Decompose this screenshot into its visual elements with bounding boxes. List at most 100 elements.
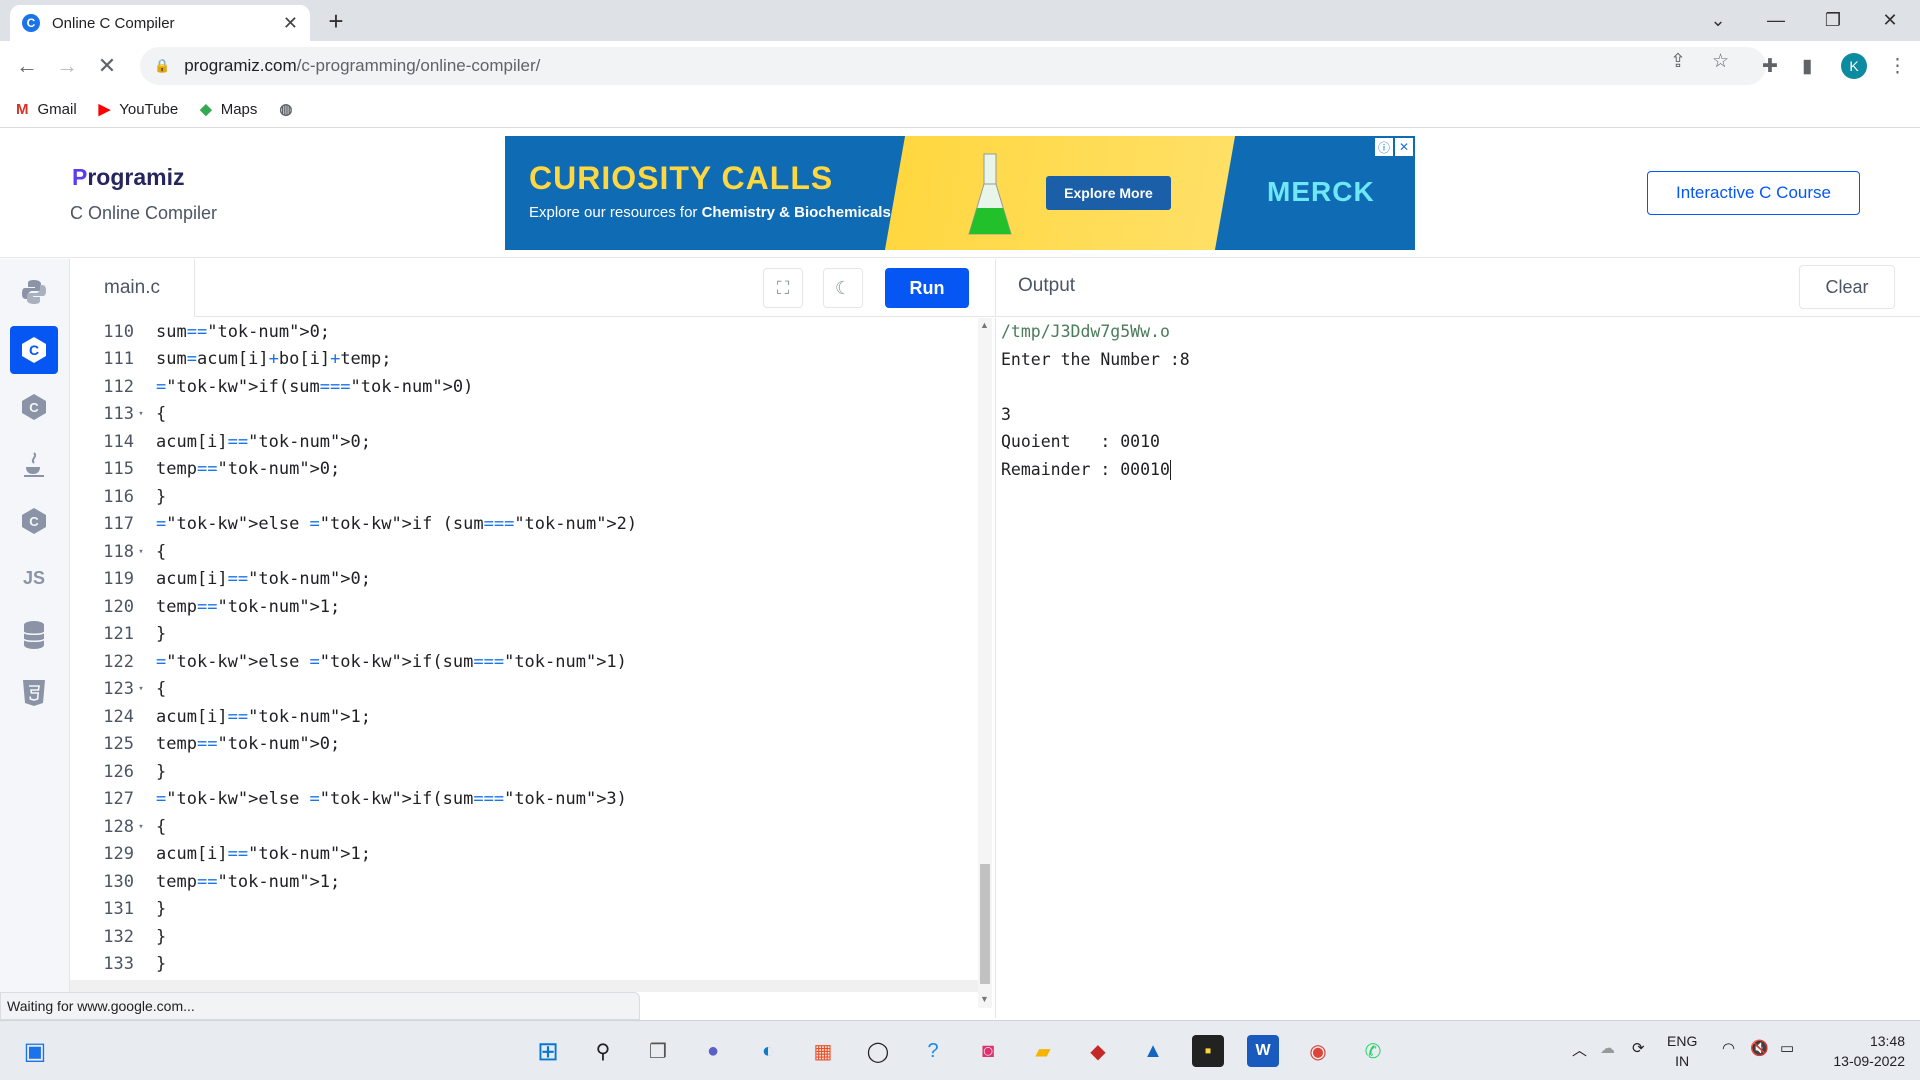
task-view-icon[interactable]: ▣ <box>19 1035 51 1067</box>
battery-icon[interactable]: ▭ <box>1780 1039 1794 1057</box>
minimize-button[interactable]: — <box>1748 0 1804 40</box>
c-language-icon[interactable]: C <box>10 326 58 374</box>
code-line[interactable]: 119 acum[i]=="tok-num">0; <box>70 566 980 594</box>
cpp-icon[interactable]: C <box>10 383 58 431</box>
bookmark-maps[interactable]: ◆ Maps <box>200 100 257 119</box>
run-button[interactable]: Run <box>885 268 969 308</box>
fold-arrow-icon[interactable]: ▾ <box>134 822 148 832</box>
forward-button[interactable]: → <box>50 49 84 83</box>
bookmark-youtube[interactable]: ▶ YouTube <box>99 100 179 119</box>
interactive-c-course-button[interactable]: Interactive C Course <box>1647 171 1860 215</box>
code-line[interactable]: 133} <box>70 951 980 979</box>
windows-start-icon[interactable]: ⊞ <box>532 1035 564 1067</box>
word-icon[interactable]: W <box>1247 1035 1279 1067</box>
ad-explore-more-button[interactable]: Explore More <box>1046 176 1171 210</box>
bookmark-gmail[interactable]: M Gmail <box>16 101 77 118</box>
ad-choices[interactable]: ⓘ ✕ <box>1375 138 1413 156</box>
language-indicator[interactable]: ENG IN <box>1667 1031 1697 1071</box>
edge-icon[interactable]: ◐ <box>752 1035 784 1067</box>
scroll-up-arrow-icon[interactable]: ▲ <box>980 320 989 330</box>
sync-icon[interactable]: ⟳ <box>1632 1039 1645 1057</box>
side-panel-icon[interactable]: ▮ <box>1802 55 1812 78</box>
task-switcher-icon[interactable]: ❐ <box>642 1035 674 1067</box>
code-line[interactable]: 116} <box>70 483 980 511</box>
fold-arrow-icon[interactable]: ▾ <box>134 547 148 557</box>
code-line[interactable]: 127 ="tok-kw">else ="tok-kw">if(sum==="to… <box>70 786 980 814</box>
ad-close-icon[interactable]: ✕ <box>1395 138 1413 156</box>
restore-button[interactable]: ❐ <box>1805 0 1861 40</box>
ad-info-icon[interactable]: ⓘ <box>1375 138 1393 156</box>
help-icon[interactable]: ? <box>917 1035 949 1067</box>
code-line[interactable]: 112 ="tok-kw">if(sum==="tok-num">0) <box>70 373 980 401</box>
onedrive-cloud-icon[interactable]: ☁ <box>1600 1039 1615 1057</box>
photos-icon[interactable]: ▲ <box>1137 1035 1169 1067</box>
tab-search-chevron-icon[interactable]: ⌄ <box>1690 0 1746 40</box>
volume-muted-icon[interactable]: 🔇 <box>1750 1039 1769 1057</box>
instagram-icon[interactable]: ◙ <box>972 1035 1004 1067</box>
code-line[interactable]: 111 sum=acum[i]+bo[i]+temp; <box>70 346 980 374</box>
dark-mode-moon-icon[interactable]: ☾ <box>823 268 863 308</box>
microsoft-store-icon[interactable]: ▦ <box>807 1035 839 1067</box>
html5-icon[interactable] <box>10 669 58 717</box>
code-line[interactable]: 124 acum[i]=="tok-num">1; <box>70 703 980 731</box>
fold-arrow-icon[interactable]: ▾ <box>134 409 148 419</box>
java-icon[interactable] <box>10 440 58 488</box>
back-button[interactable]: ← <box>10 49 44 83</box>
code-line[interactable]: 118 ▾ { <box>70 538 980 566</box>
scrollbar-thumb[interactable] <box>980 864 990 984</box>
file-tab-main-c[interactable]: main.c <box>70 259 195 317</box>
bookmark-star-icon[interactable]: ☆ <box>1712 50 1729 73</box>
output-console[interactable]: /tmp/J3Ddw7g5Ww.o Enter the Number :8 3 Quo… <box>995 318 1920 1018</box>
sql-database-icon[interactable] <box>10 611 58 659</box>
share-icon[interactable]: ⇪ <box>1670 50 1686 73</box>
code-line[interactable]: 125 temp=="tok-num">0; <box>70 731 980 759</box>
editor-horizontal-scrollbar[interactable] <box>70 980 978 992</box>
mcafee-icon[interactable]: ◆ <box>1082 1035 1114 1067</box>
fullscreen-icon[interactable]: ⛶ <box>763 268 803 308</box>
show-hidden-icons-chevron[interactable]: ︿ <box>1572 1039 1587 1060</box>
search-icon[interactable]: ⚲ <box>587 1035 619 1067</box>
code-line[interactable]: 121} <box>70 621 980 649</box>
wifi-icon[interactable]: ◠ <box>1722 1039 1735 1057</box>
javascript-icon[interactable]: JS <box>10 554 58 602</box>
address-bar[interactable]: 🔒 programiz.com/c-programming/online-com… <box>140 47 1766 85</box>
close-window-button[interactable]: ✕ <box>1862 0 1918 40</box>
bookmark-globe[interactable]: ◍ <box>279 100 301 118</box>
code-editor[interactable]: 110 sum=="tok-num">0; 111 sum=acum[i]+bo[i]… <box>70 318 980 992</box>
code-line[interactable]: 122 ="tok-kw">else ="tok-kw">if(sum==="to… <box>70 648 980 676</box>
fold-arrow-icon[interactable]: ▾ <box>134 684 148 694</box>
code-line[interactable]: 128 ▾ { <box>70 813 980 841</box>
csharp-icon[interactable]: C <box>10 497 58 545</box>
chrome-menu-icon[interactable]: ⋮ <box>1888 55 1907 78</box>
code-line[interactable]: 117 ="tok-kw">else ="tok-kw">if (sum==="t… <box>70 511 980 539</box>
code-line[interactable]: 129 acum[i]=="tok-num">1; <box>70 841 980 869</box>
code-line[interactable]: 114 acum[i]=="tok-num">0; <box>70 428 980 456</box>
python-icon[interactable] <box>10 268 58 316</box>
code-line[interactable]: 131} <box>70 896 980 924</box>
new-tab-button[interactable]: + <box>318 6 354 36</box>
programiz-logo[interactable]: Programiz <box>72 164 184 191</box>
browser-tab[interactable]: C Online C Compiler ✕ <box>10 5 310 41</box>
whatsapp-icon[interactable]: ✆ <box>1357 1035 1389 1067</box>
code-line[interactable]: 123 ▾ { <box>70 676 980 704</box>
file-explorer-icon[interactable]: ▰ <box>1027 1035 1059 1067</box>
scroll-down-arrow-icon[interactable]: ▼ <box>980 994 989 1004</box>
code-line[interactable]: 115 temp=="tok-num">0; <box>70 456 980 484</box>
editor-vertical-scrollbar[interactable]: ▲ ▼ <box>978 318 992 1008</box>
stop-loading-button[interactable]: ✕ <box>90 49 124 83</box>
app-circle-icon[interactable]: ◯ <box>862 1035 894 1067</box>
pycharm-icon[interactable]: ▪ <box>1192 1035 1224 1067</box>
lock-icon[interactable]: 🔒 <box>154 58 170 74</box>
teams-chat-icon[interactable]: ● <box>697 1035 729 1067</box>
code-line[interactable]: 132} <box>70 923 980 951</box>
code-line[interactable]: 110 sum=="tok-num">0; <box>70 318 980 346</box>
taskbar-clock[interactable]: 13:48 13-09-2022 <box>1815 1031 1905 1071</box>
extensions-icon[interactable]: ✚ <box>1762 55 1778 78</box>
advertisement-banner[interactable]: CURIOSITY CALLS Explore our resources fo… <box>505 136 1415 250</box>
profile-avatar[interactable]: K <box>1841 53 1867 79</box>
code-line[interactable]: 113 ▾ { <box>70 401 980 429</box>
chrome-icon[interactable]: ◉ <box>1302 1035 1334 1067</box>
code-line[interactable]: 130 temp=="tok-num">1; <box>70 868 980 896</box>
code-line[interactable]: 120 temp=="tok-num">1; <box>70 593 980 621</box>
clear-button[interactable]: Clear <box>1799 265 1895 309</box>
